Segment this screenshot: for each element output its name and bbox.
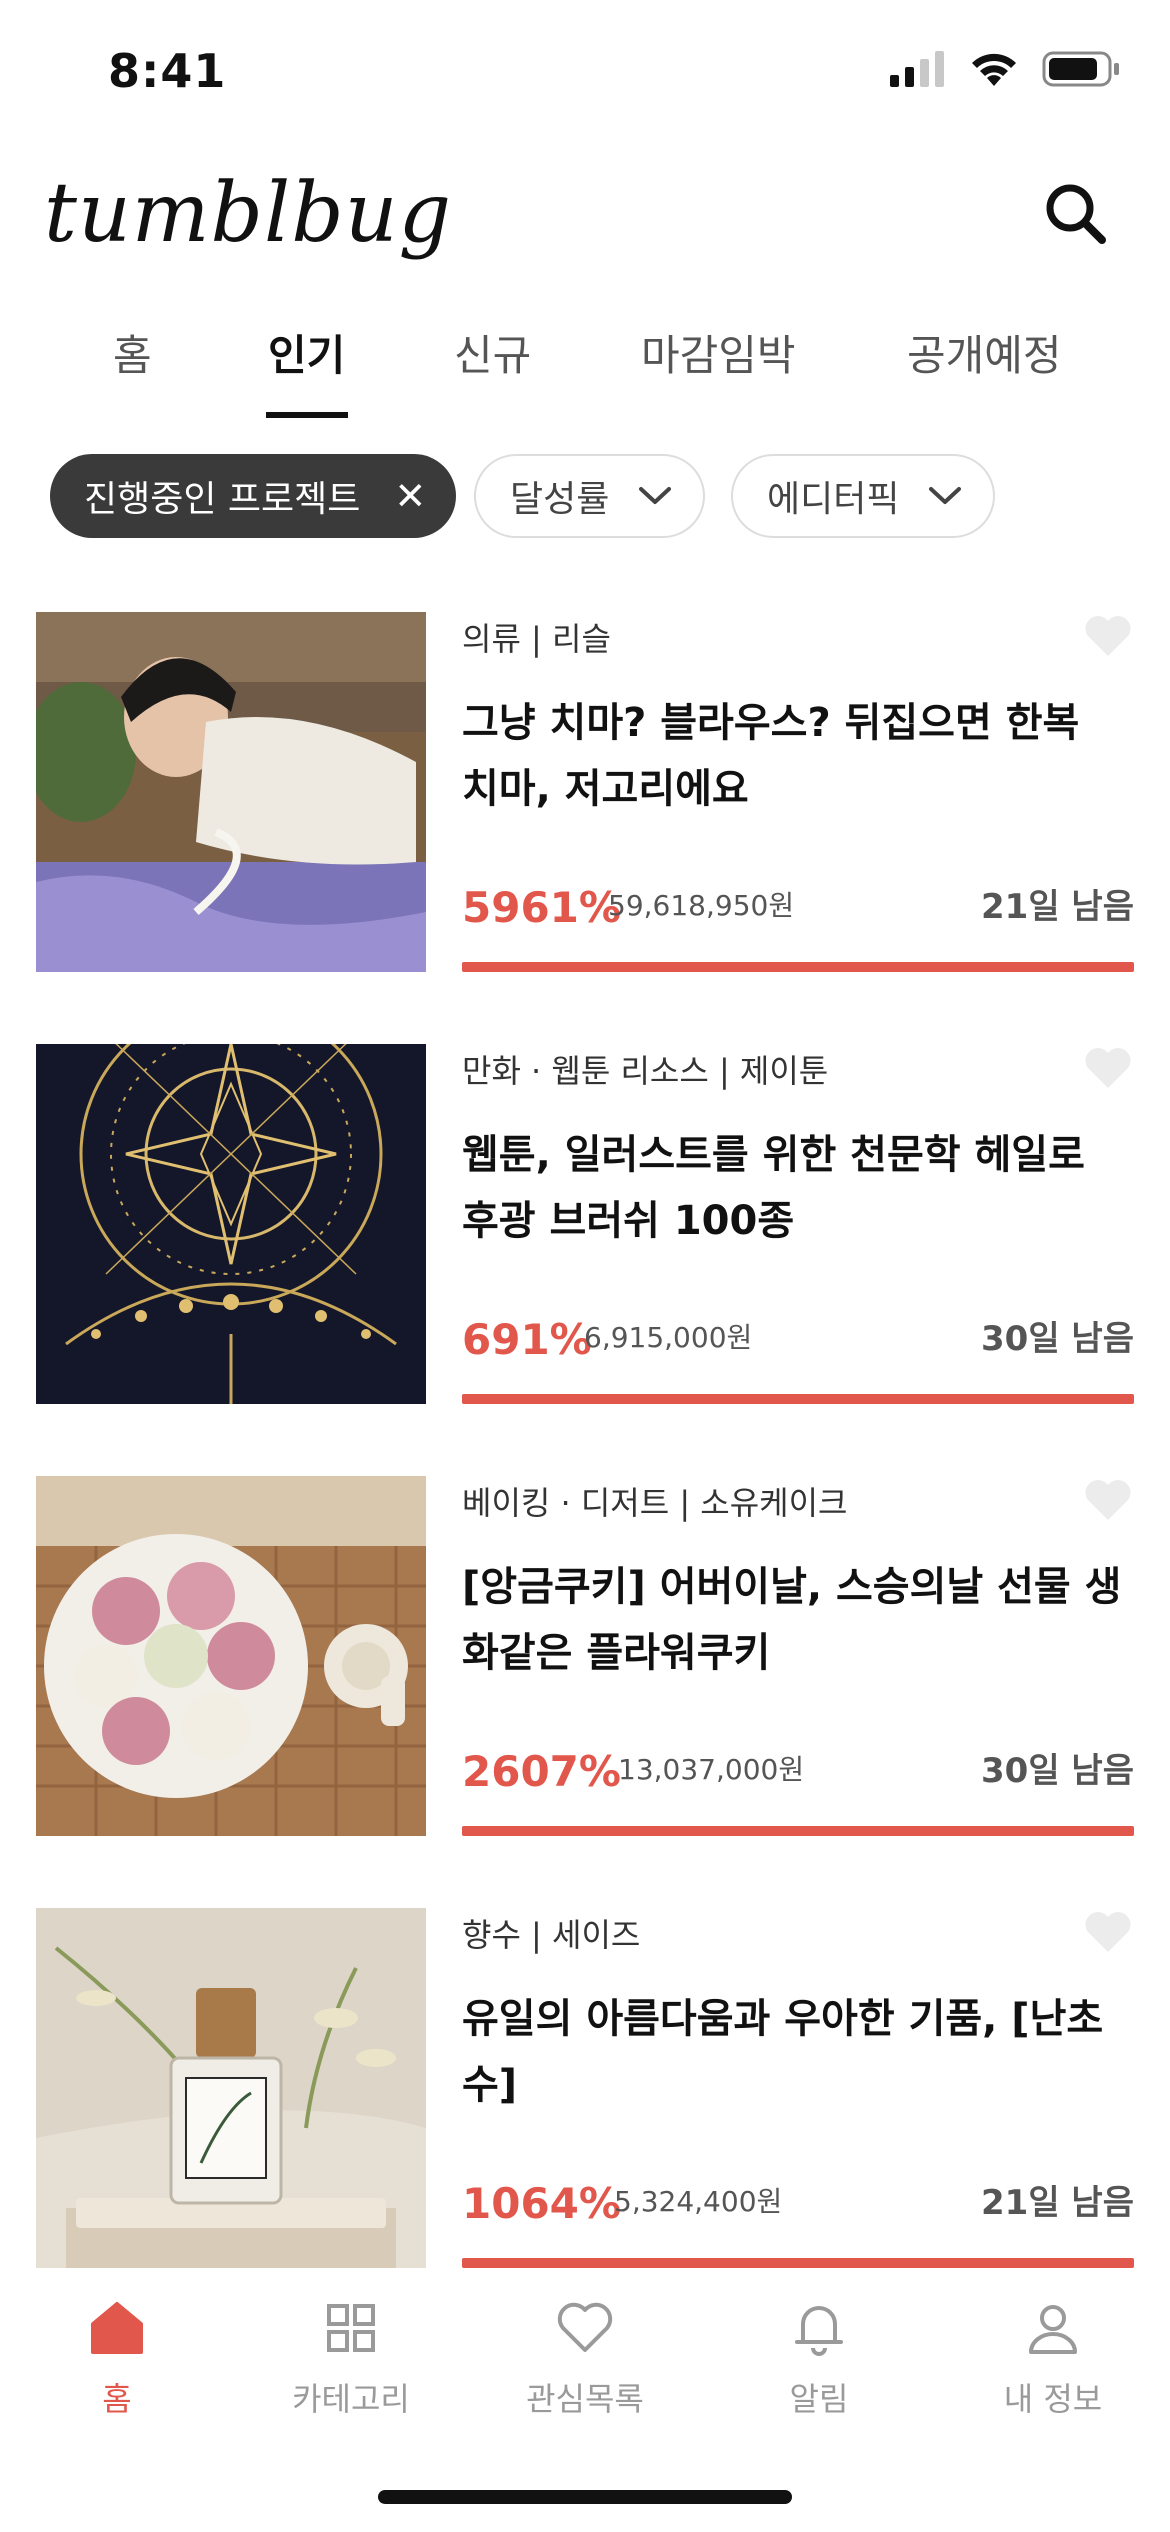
close-icon[interactable]: ✕ <box>394 474 426 518</box>
project-info: 의류 | 리슬 그냥 치마? 블라우스? 뒤집으면 한복 치마, 저고리에요 5… <box>462 612 1134 972</box>
funding-progress-bar <box>462 962 1134 972</box>
nav-my-info[interactable]: 내 정보 <box>936 2296 1170 2420</box>
grid-icon <box>327 2304 375 2352</box>
filter-chip-ongoing-label: 진행중인 프로젝트 <box>84 479 361 520</box>
project-thumbnail-hanbok[interactable] <box>36 612 426 972</box>
funding-amount: 5,324,400원 <box>614 2185 783 2218</box>
funding-amount: 6,915,000원 <box>584 1321 753 1354</box>
tab-new[interactable]: 신규 <box>454 322 531 383</box>
days-remaining: 30일 남음 <box>981 1751 1134 1791</box>
project-stats: 2607% 13,037,000원 30일 남음 <box>462 1742 1134 1796</box>
heart-icon[interactable] <box>1082 1476 1134 1524</box>
heart-icon <box>557 2302 613 2352</box>
person-icon <box>1029 2305 1077 2354</box>
project-stats: 1064% 5,324,400원 21일 남음 <box>462 2174 1134 2228</box>
tab-closing-soon[interactable]: 마감임박 <box>641 322 796 383</box>
project-title[interactable]: 웹툰, 일러스트를 위한 천문학 헤일로 후광 브러쉬 100종 <box>462 1122 1122 1254</box>
funding-percent: 1064% <box>462 2179 621 2228</box>
cellular-signal-icon <box>890 51 944 87</box>
funding-percent: 2607% <box>462 1747 621 1796</box>
funding-progress-fill <box>462 962 1134 972</box>
status-icons <box>890 50 1122 88</box>
project-category[interactable]: 향수 | 세이즈 <box>462 1910 640 1956</box>
project-category[interactable]: 의류 | 리슬 <box>462 614 611 660</box>
project-stats: 5961% 59,618,950원 21일 남음 <box>462 878 1134 932</box>
project-stats: 691% 6,915,000원 30일 남음 <box>462 1310 1134 1364</box>
filter-bar: 진행중인 프로젝트 ✕ 달성률 에디터픽 <box>0 454 1170 544</box>
project-title[interactable]: 유일의 아름다움과 우아한 기품, [난초수] <box>462 1986 1122 2118</box>
nav-category[interactable]: 카테고리 <box>234 2296 468 2420</box>
filter-chip-editor-pick[interactable]: 에디터픽 <box>731 454 996 538</box>
tab-popular[interactable]: 인기 <box>268 322 345 383</box>
nav-category-label: 카테고리 <box>292 2380 410 2418</box>
app-header: tumblbug <box>0 150 1170 300</box>
funding-progress-fill <box>462 1826 1134 1836</box>
project-card[interactable]: 향수 | 세이즈 유일의 아름다움과 우아한 기품, [난초수] 1064% 5… <box>0 1908 1170 2268</box>
app-screen: 8:41 tumblbug 홈 인기 신규 마감임박 공개예정 진행중인 프로젝… <box>0 0 1170 2532</box>
project-card[interactable]: 만화 · 웹툰 리소스 | 제이툰 웹툰, 일러스트를 위한 천문학 헤일로 후… <box>0 1044 1170 1404</box>
search-button[interactable] <box>1036 174 1116 254</box>
filter-chip-achievement[interactable]: 달성률 <box>474 454 706 538</box>
tab-bar: 홈 인기 신규 마감임박 공개예정 <box>0 300 1170 420</box>
funding-amount: 13,037,000원 <box>618 1753 805 1786</box>
wifi-icon <box>972 53 1016 86</box>
filter-chip-achievement-label: 달성률 <box>510 479 610 520</box>
project-info: 향수 | 세이즈 유일의 아름다움과 우아한 기품, [난초수] 1064% 5… <box>462 1908 1134 2268</box>
funding-progress-bar <box>462 1826 1134 1836</box>
nav-home[interactable]: 홈 <box>0 2296 234 2420</box>
days-remaining: 21일 남음 <box>981 887 1134 927</box>
filter-chip-editor-pick-label: 에디터픽 <box>767 479 900 520</box>
home-indicator <box>378 2490 792 2504</box>
project-info: 베이킹 · 디저트 | 소유케이크 [앙금쿠키] 어버이날, 스승의날 선물 생… <box>462 1476 1134 1836</box>
tumblbug-logo[interactable]: tumblbug <box>44 166 452 261</box>
heart-icon[interactable] <box>1082 1044 1134 1092</box>
status-bar: 8:41 <box>0 0 1170 150</box>
project-category[interactable]: 베이킹 · 디저트 | 소유케이크 <box>462 1478 847 1524</box>
status-time: 8:41 <box>108 44 227 98</box>
tab-home[interactable]: 홈 <box>113 322 152 383</box>
heart-icon[interactable] <box>1082 1908 1134 1956</box>
funding-progress-bar <box>462 2258 1134 2268</box>
bell-icon <box>795 2306 843 2356</box>
chevron-down-icon <box>929 487 962 504</box>
nav-notifications-label: 알림 <box>789 2380 849 2418</box>
project-info: 만화 · 웹툰 리소스 | 제이툰 웹툰, 일러스트를 위한 천문학 헤일로 후… <box>462 1044 1134 1404</box>
project-title[interactable]: [앙금쿠키] 어버이날, 스승의날 선물 생화같은 플라워쿠키 <box>462 1554 1122 1686</box>
heart-icon[interactable] <box>1082 612 1134 660</box>
nav-home-label: 홈 <box>102 2380 132 2418</box>
tab-upcoming[interactable]: 공개예정 <box>907 322 1062 383</box>
search-icon <box>1046 184 1106 244</box>
nav-wishlist[interactable]: 관심목록 <box>468 2296 702 2420</box>
nav-wishlist-label: 관심목록 <box>526 2380 644 2418</box>
project-thumbnail-perfume[interactable] <box>36 1908 426 2268</box>
nav-notifications[interactable]: 알림 <box>702 2296 936 2420</box>
funding-amount: 59,618,950원 <box>608 889 795 922</box>
project-card[interactable]: 의류 | 리슬 그냥 치마? 블라우스? 뒤집으면 한복 치마, 저고리에요 5… <box>0 612 1170 972</box>
battery-icon <box>1042 51 1119 87</box>
days-remaining: 21일 남음 <box>981 2183 1134 2223</box>
project-title[interactable]: 그냥 치마? 블라우스? 뒤집으면 한복 치마, 저고리에요 <box>462 690 1122 822</box>
home-icon <box>91 2302 143 2354</box>
filter-chip-ongoing[interactable]: 진행중인 프로젝트 ✕ <box>50 454 457 538</box>
funding-progress-bar <box>462 1394 1134 1404</box>
active-tab-indicator <box>266 412 348 418</box>
chevron-down-icon <box>639 487 672 504</box>
funding-percent: 5961% <box>462 883 621 932</box>
nav-my-info-label: 내 정보 <box>1003 2380 1103 2418</box>
funding-progress-fill <box>462 2258 1134 2268</box>
funding-progress-fill <box>462 1394 1134 1404</box>
project-card[interactable]: 베이킹 · 디저트 | 소유케이크 [앙금쿠키] 어버이날, 스승의날 선물 생… <box>0 1476 1170 1836</box>
days-remaining: 30일 남음 <box>981 1319 1134 1359</box>
project-thumbnail-flower-cookie[interactable] <box>36 1476 426 1836</box>
project-category[interactable]: 만화 · 웹툰 리소스 | 제이툰 <box>462 1046 828 1092</box>
funding-percent: 691% <box>462 1315 592 1364</box>
project-thumbnail-halo-brush[interactable] <box>36 1044 426 1404</box>
